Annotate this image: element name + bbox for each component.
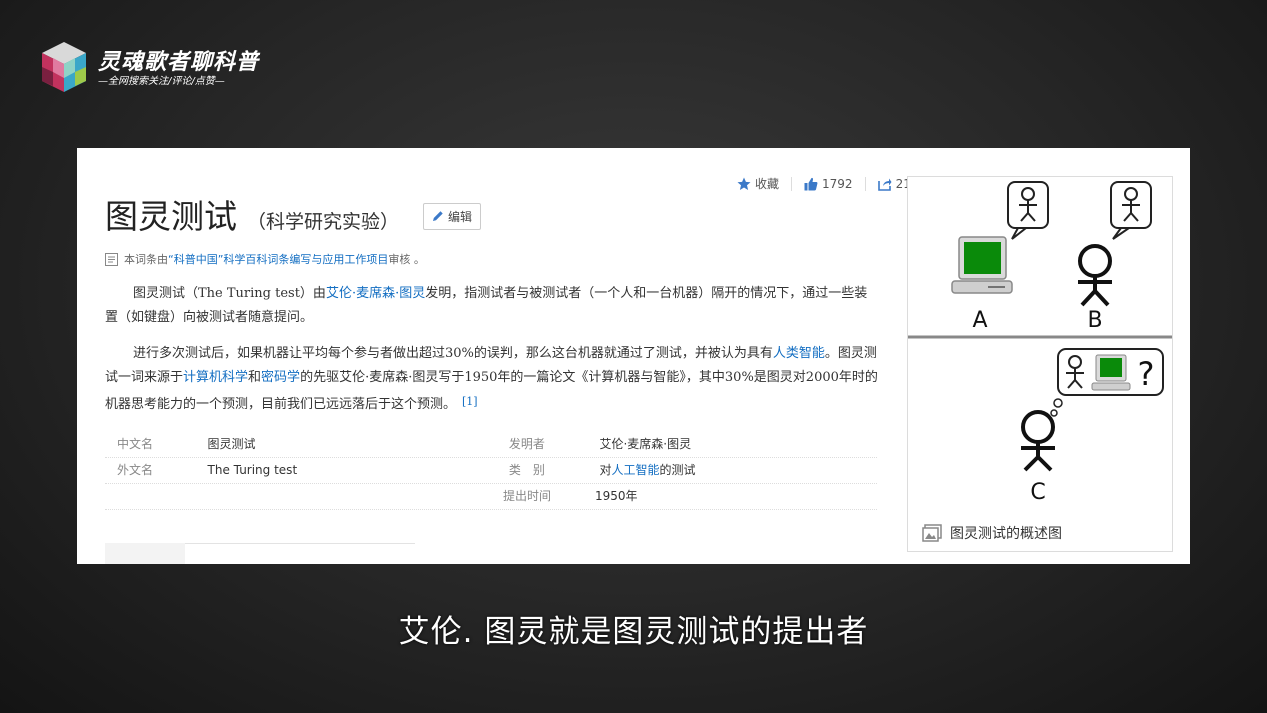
label-b: B	[1087, 308, 1102, 333]
infobox-value: 图灵测试	[207, 437, 256, 451]
infobox-value-text: 对	[599, 463, 612, 477]
person-icon	[1021, 410, 1055, 472]
page-subtitle: （科学研究实验）	[247, 211, 400, 233]
cube-logo-icon	[42, 42, 86, 92]
review-suffix: 审核 。	[388, 253, 425, 266]
label-c: C	[1030, 480, 1045, 505]
pencil-icon	[433, 211, 443, 221]
infobox-row: 提出时间 1950年	[105, 484, 877, 510]
infobox-value: 艾伦·麦席森·图灵	[599, 437, 692, 451]
bottom-tab[interactable]	[105, 543, 185, 564]
infobox-row: 中文名 图灵测试 发明者 艾伦·麦席森·图灵	[105, 432, 877, 458]
channel-tagline: —全网搜索关注/评论/点赞—	[98, 76, 225, 87]
infobox-value-text: 的测试	[659, 463, 696, 477]
question-mark: ?	[1138, 355, 1155, 393]
review-prefix: 本词条由	[124, 253, 168, 266]
infobox-label: 中文名	[117, 437, 154, 451]
review-source-link[interactable]: “科普中国”科学百科词条编写与应用工作项目	[168, 251, 388, 267]
reference-link[interactable]: [1]	[462, 395, 478, 408]
thought-bubble-icon	[1110, 181, 1152, 240]
infobox-label: 外文名	[117, 463, 154, 477]
collect-label: 收藏	[755, 177, 780, 191]
infobox-value: 1950年	[595, 489, 638, 503]
toolbar-divider	[791, 176, 793, 191]
para-text: 图灵测试（The Turing test）由	[133, 286, 326, 301]
thumbs-up-icon	[804, 177, 818, 190]
like-count: 1792	[822, 176, 853, 191]
like-button[interactable]: 1792	[804, 177, 853, 191]
share-icon	[877, 178, 892, 191]
thought-bubble-icon: ?	[1050, 348, 1164, 417]
turing-link[interactable]: 艾伦·麦席森·图灵	[326, 286, 425, 301]
infobox-row: 外文名 The Turing test 类 别 对人工智能的测试	[105, 458, 877, 484]
encyclopedia-page: 收藏 1792 212 图灵测试 （科学研究实验） 编辑 本词条由“科普中国”科…	[77, 148, 1190, 564]
ai-link[interactable]: 人工智能	[611, 463, 659, 477]
document-icon	[105, 252, 118, 266]
detail-paragraph: 进行多次测试后，如果机器让平均每个参与者做出超过30%的误判，那么这台机器就通过…	[105, 342, 880, 417]
video-subtitle: 艾伦. 图灵就是图灵测试的提出者	[398, 614, 869, 650]
image-icon	[922, 524, 942, 542]
figure-caption: 图灵测试的概述图	[922, 523, 1062, 543]
channel-logo: 灵魂歌者聊科普 —全网搜索关注/评论/点赞—	[38, 40, 278, 96]
star-icon	[737, 177, 751, 190]
para-text: 和	[248, 370, 262, 385]
computer-science-link[interactable]: 计算机科学	[183, 370, 248, 385]
turing-test-diagram: A B ? C	[908, 181, 1172, 505]
intro-paragraph: 图灵测试（The Turing test）由艾伦·麦席森·图灵发明，指测试者与被…	[105, 282, 880, 330]
computer-icon	[951, 236, 1013, 294]
infobox-value: 对人工智能的测试	[599, 458, 877, 483]
review-notice: 本词条由 “科普中国”科学百科词条编写与应用工作项目 审核 。	[105, 251, 425, 267]
edit-button[interactable]: 编辑	[423, 202, 482, 230]
toolbar-divider	[864, 176, 866, 191]
collect-button[interactable]: 收藏	[737, 175, 779, 192]
infobox-label: 提出时间	[503, 489, 552, 503]
infobox: 中文名 图灵测试 发明者 艾伦·麦席森·图灵 外文名 The Turing te…	[105, 432, 877, 510]
infobox-label: 类 别	[508, 463, 545, 477]
thought-bubble-icon	[1007, 181, 1049, 240]
article-toolbar: 收藏 1792 212	[737, 175, 930, 192]
edit-label: 编辑	[448, 209, 473, 224]
title-row: 图灵测试 （科学研究实验） 编辑	[105, 190, 482, 238]
cryptography-link[interactable]: 密码学	[261, 370, 300, 385]
infobox-value: The Turing test	[207, 463, 298, 477]
para-text: 进行多次测试后，如果机器让平均每个参与者做出超过30%的误判，那么这台机器就通过…	[133, 346, 773, 361]
infobox-label: 发明者	[508, 437, 545, 451]
overview-figure[interactable]: A B ? C 图灵测试的概述图	[907, 176, 1173, 552]
page-title: 图灵测试	[105, 197, 237, 236]
caption-text: 图灵测试的概述图	[950, 526, 1062, 542]
label-a: A	[972, 308, 987, 333]
infobox-spacer	[105, 484, 491, 509]
human-intelligence-link[interactable]: 人类智能	[773, 346, 825, 361]
person-icon	[1078, 244, 1112, 307]
